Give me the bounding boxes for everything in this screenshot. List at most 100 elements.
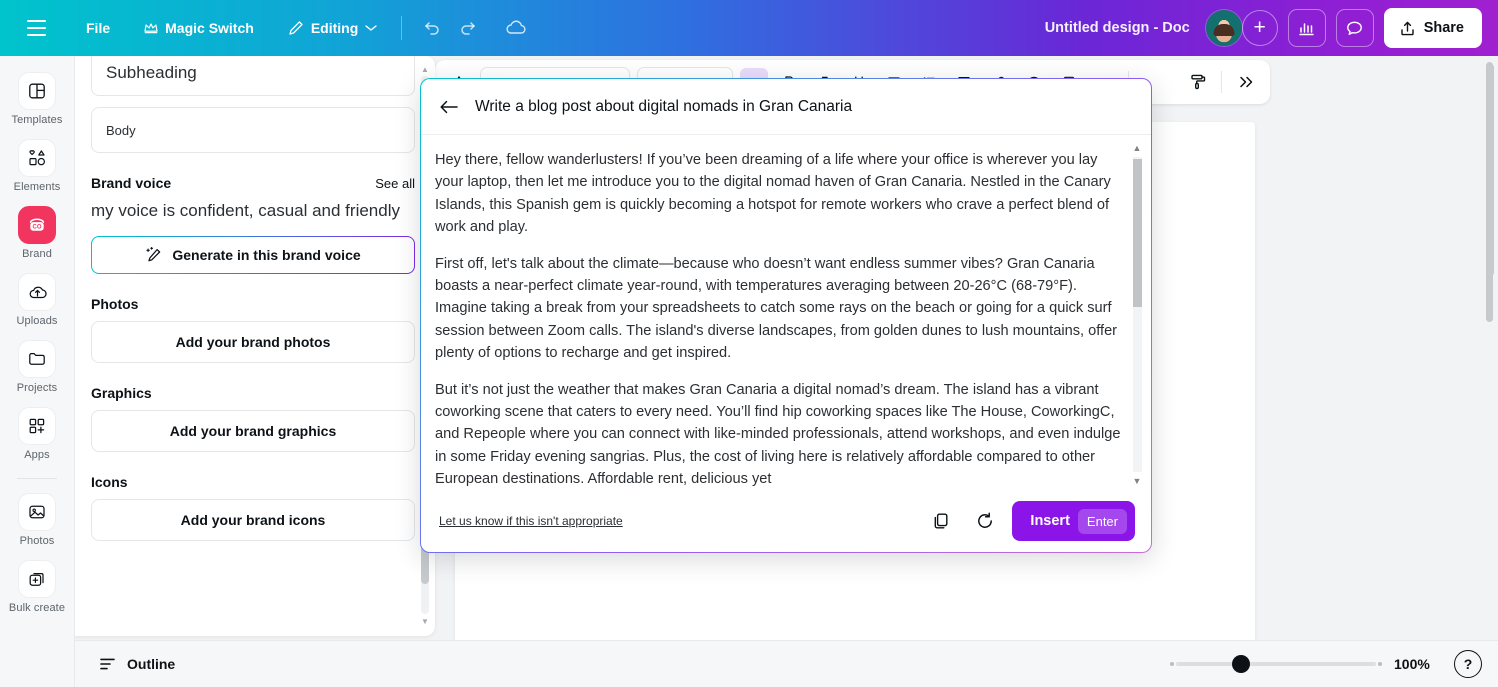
brand-voice-header: Brand voice See all	[91, 175, 415, 191]
scroll-up-icon[interactable]: ▲	[421, 64, 429, 74]
body-style-label: Body	[106, 122, 136, 138]
add-brand-photos-button[interactable]: Add your brand photos	[91, 320, 415, 363]
window-scrollbar[interactable]	[1487, 64, 1494, 276]
back-arrow-icon[interactable]	[439, 98, 459, 116]
dialog-scroll-down-icon[interactable]: ▼	[1131, 474, 1143, 488]
magic-switch-label: Magic Switch	[165, 20, 254, 36]
rail-divider	[17, 478, 57, 479]
magic-write-result-dialog: Write a blog post about digital nomads i…	[420, 78, 1152, 553]
sidebar-label-bulk-create: Bulk create	[8, 602, 66, 614]
uploads-cloud-icon	[18, 273, 56, 311]
insert-shortcut-chip: Enter	[1077, 508, 1127, 534]
sidebar-label-uploads: Uploads	[16, 315, 58, 327]
comments-button[interactable]	[1335, 9, 1374, 47]
zoom-level-label: 100%	[1394, 656, 1430, 672]
scroll-down-icon[interactable]: ▼	[421, 616, 429, 626]
subheading-style-field[interactable]: Subheading	[91, 56, 415, 96]
sidebar-item-brand[interactable]: CO Brand	[3, 206, 71, 260]
file-menu-button[interactable]: File	[74, 12, 122, 44]
file-menu-label: File	[86, 20, 111, 36]
document-title[interactable]: Untitled design - Doc	[1045, 20, 1190, 36]
generate-button-label: Generate in this brand voice	[172, 246, 361, 263]
add-brand-icons-button[interactable]: Add your brand icons	[91, 498, 415, 541]
body-style-field[interactable]: Body	[91, 107, 415, 153]
add-collaborator-button[interactable]: +	[1241, 10, 1278, 46]
top-toolbar-right: Untitled design - Doc + Share	[1045, 8, 1498, 48]
magic-pen-icon	[145, 246, 163, 264]
brand-voice-text: my voice is confident, casual and friend…	[91, 201, 400, 220]
insert-button[interactable]: Insert Enter	[1012, 501, 1135, 541]
hamburger-icon[interactable]	[14, 6, 58, 50]
upload-icon	[1399, 20, 1416, 37]
magic-switch-button[interactable]: Magic Switch	[132, 12, 266, 44]
photos-section-title: Photos	[91, 295, 139, 312]
brand-panel: Subheading Body Brand voice See all my v…	[75, 56, 435, 636]
regenerate-icon[interactable]	[968, 504, 1002, 538]
sidebar-item-elements[interactable]: Elements	[3, 139, 71, 193]
report-inappropriate-link[interactable]: Let us know if this isn't appropriate	[439, 514, 623, 528]
result-paragraph-1: Hey there, fellow wanderlusters! If you’…	[435, 152, 1111, 236]
zoom-slider-max-dot	[1378, 662, 1382, 666]
graphics-section-title: Graphics	[91, 384, 152, 401]
sidebar-label-apps: Apps	[24, 449, 50, 461]
generate-in-brand-voice-button[interactable]: Generate in this brand voice	[91, 236, 415, 274]
result-paragraph-2: First off, let's talk about the climate—…	[435, 255, 1118, 362]
undo-icon[interactable]	[414, 10, 450, 46]
insert-button-label: Insert	[1030, 513, 1070, 529]
dialog-scrollbar[interactable]: ▲ ▼	[1131, 141, 1143, 490]
sidebar-item-apps[interactable]: Apps	[3, 407, 71, 461]
dialog-scrollbar-thumb[interactable]	[1133, 159, 1142, 307]
dialog-scroll-up-icon[interactable]: ▲	[1131, 141, 1143, 155]
help-button[interactable]: ?	[1454, 650, 1482, 678]
insights-button[interactable]	[1287, 9, 1326, 47]
brand-icon: CO	[18, 206, 56, 244]
sidebar-item-projects[interactable]: Projects	[3, 340, 71, 394]
sidebar-item-bulk-create[interactable]: Bulk create	[3, 560, 71, 614]
folder-icon	[18, 340, 56, 378]
dialog-header: Write a blog post about digital nomads i…	[421, 79, 1151, 135]
subheading-style-label: Subheading	[106, 63, 197, 82]
brand-voice-title: Brand voice	[91, 175, 172, 191]
outline-icon	[99, 656, 117, 672]
dialog-footer: Let us know if this isn't appropriate In…	[421, 490, 1151, 552]
svg-text:CO: CO	[33, 225, 42, 231]
add-brand-graphics-button[interactable]: Add your brand graphics	[91, 409, 415, 452]
sidebar-label-projects: Projects	[16, 382, 58, 394]
sidebar-item-templates[interactable]: Templates	[3, 72, 71, 126]
cloud-saved-icon[interactable]	[498, 10, 534, 46]
sidebar-item-photos[interactable]: Photos	[3, 493, 71, 547]
zoom-slider-track[interactable]	[1176, 662, 1376, 666]
top-toolbar-left: File Magic Switch Editing	[0, 0, 534, 56]
bulk-create-icon	[18, 560, 56, 598]
dialog-title: Write a blog post about digital nomads i…	[475, 97, 853, 115]
redo-icon[interactable]	[450, 10, 486, 46]
pencil-icon	[288, 20, 304, 36]
top-toolbar: File Magic Switch Editing Untitled desig…	[0, 0, 1498, 56]
brand-panel-content: Subheading Body Brand voice See all my v…	[75, 56, 435, 636]
apps-grid-plus-icon	[18, 407, 56, 445]
double-chevron-right-icon[interactable]	[1232, 68, 1260, 96]
zoom-slider-knob[interactable]	[1232, 655, 1250, 673]
bottom-bar-right: 100% ?	[1170, 650, 1482, 678]
icons-section-title: Icons	[91, 473, 128, 490]
crown-icon	[144, 22, 158, 34]
bar-chart-icon	[1297, 19, 1316, 38]
copy-icon[interactable]	[924, 504, 958, 538]
toolbar-divider	[401, 16, 403, 40]
avatar[interactable]	[1205, 10, 1242, 46]
share-button[interactable]: Share	[1383, 8, 1482, 48]
chevron-down-icon	[365, 24, 377, 32]
paint-roller-icon[interactable]	[1183, 68, 1211, 96]
outline-button[interactable]: Outline	[91, 650, 183, 678]
sidebar-item-uploads[interactable]: Uploads	[3, 273, 71, 327]
outline-label: Outline	[127, 656, 176, 672]
toolbar-divider-3	[1221, 71, 1222, 93]
result-paragraph-3: But it’s not just the weather that makes…	[435, 381, 1121, 488]
dialog-footer-actions: Insert Enter	[924, 501, 1135, 541]
editing-mode-button[interactable]: Editing	[276, 12, 389, 44]
see-all-link[interactable]: See all	[375, 176, 415, 191]
dialog-body[interactable]: Hey there, fellow wanderlusters! If you’…	[421, 135, 1151, 490]
zoom-slider[interactable]	[1170, 654, 1382, 674]
share-label: Share	[1423, 20, 1464, 36]
zoom-slider-min-dot	[1170, 662, 1174, 666]
